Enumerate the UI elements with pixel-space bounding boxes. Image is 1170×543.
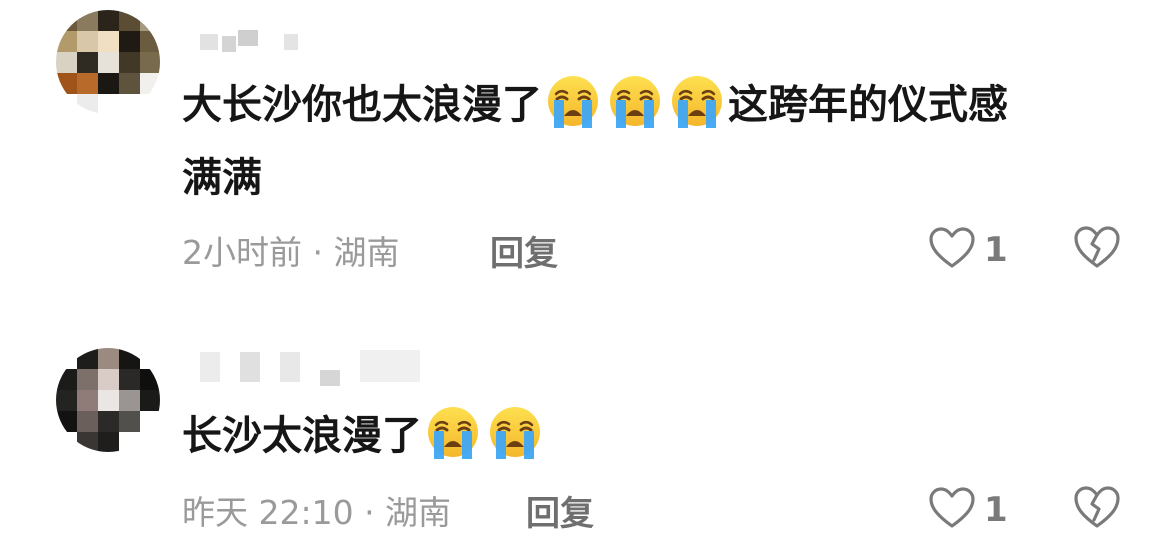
like-count: 1 <box>984 230 1008 270</box>
heart-outline-icon <box>929 227 975 268</box>
avatar[interactable] <box>56 10 160 114</box>
heart-outline-icon <box>929 487 975 528</box>
broken-heart-icon <box>1074 226 1120 268</box>
comment-text: 大长沙你也太浪漫了 这跨年的仪式感 <box>182 74 1008 135</box>
loudly-crying-face-emoji <box>546 74 600 128</box>
comment-meta: 2小时前 · 湖南 <box>182 233 400 272</box>
comment-item: 长沙太浪漫了 昨天 22:10 · 湖南 回复 1 <box>0 330 1170 543</box>
reply-button[interactable]: 回复 <box>490 226 558 275</box>
loudly-crying-face-emoji <box>488 405 542 459</box>
comment-text: 长沙太浪漫了 <box>182 405 546 466</box>
loudly-crying-face-emoji <box>426 405 480 459</box>
comment-text-line2: 满满 <box>182 155 262 201</box>
avatar[interactable] <box>56 348 160 452</box>
comment-item: 大长沙你也太浪漫了 这跨年的仪式感 满满 2小时前 · 湖南 回复 1 <box>0 0 1170 290</box>
dislike-button[interactable] <box>1072 224 1122 272</box>
loudly-crying-face-emoji <box>670 74 724 128</box>
dislike-button[interactable] <box>1072 484 1122 532</box>
loudly-crying-face-emoji <box>608 74 662 128</box>
comment-text-part: 大长沙你也太浪漫了 <box>182 82 542 128</box>
like-count: 1 <box>984 490 1008 530</box>
comment-meta: 昨天 22:10 · 湖南 <box>182 493 452 532</box>
comment-text-part: 这跨年的仪式感 <box>728 82 1008 128</box>
reply-button[interactable]: 回复 <box>526 486 594 535</box>
comment-text-part: 长沙太浪漫了 <box>182 413 422 459</box>
broken-heart-icon <box>1074 486 1120 528</box>
